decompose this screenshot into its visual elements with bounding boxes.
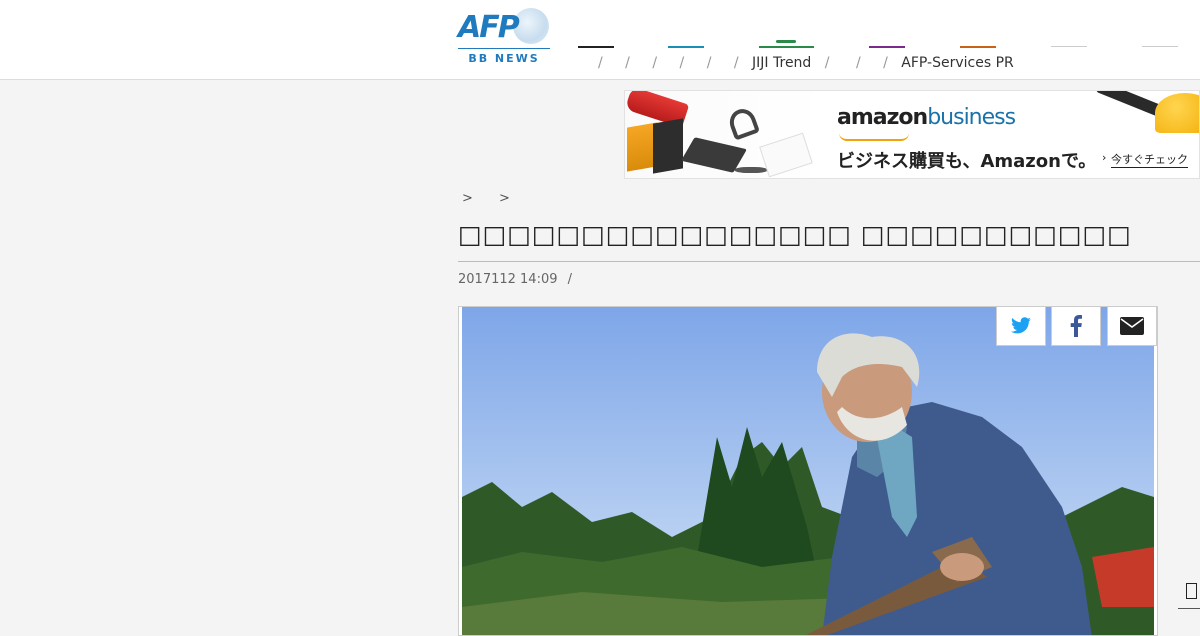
- nav-separator: /: [706, 55, 712, 71]
- jiji-trend-icon: [776, 40, 796, 43]
- main-nav: / / / / / / JIJI Trend / / / AFP-Service…: [598, 55, 1014, 71]
- afp-bb-news-logo[interactable]: AFP BB NEWS: [458, 8, 550, 65]
- nav-item-1-bar[interactable]: [578, 46, 614, 48]
- amazon-business-ad-banner[interactable]: amazonbusiness ビジネス購買も、Amazonで。 › 今すぐチェッ…: [624, 90, 1200, 179]
- nav-separator: /: [625, 55, 630, 71]
- ad-tagline: ビジネス購買も、Amazonで。: [837, 151, 1097, 172]
- nav-separator: /: [855, 55, 861, 71]
- email-share-button[interactable]: [1107, 306, 1157, 346]
- title-divider: [458, 261, 1200, 262]
- nav-item-2-bar[interactable]: [668, 46, 704, 48]
- logo-divider: [458, 48, 550, 49]
- ad-cta-link[interactable]: 今すぐチェック: [1111, 151, 1188, 168]
- amazon-business-logo: amazonbusiness: [837, 105, 1016, 130]
- breadcrumb-separator: >: [499, 191, 510, 206]
- nav-item-3-bar[interactable]: [759, 46, 814, 48]
- nav-item-7-bar[interactable]: [1142, 46, 1178, 47]
- article-date: 2017112 14:09 /: [458, 272, 572, 287]
- breadcrumb: > >: [462, 191, 532, 206]
- square-icon: [1186, 583, 1197, 599]
- logo-subtitle: BB NEWS: [468, 52, 540, 65]
- hard-hat-image: [1155, 93, 1199, 133]
- desk-lamp-image: [725, 105, 761, 141]
- site-header: AFP BB NEWS / / / / / / JIJI Trend / / /…: [0, 0, 1200, 80]
- nav-separator: /: [733, 55, 739, 71]
- breadcrumb-separator: >: [462, 191, 473, 206]
- nav-separator: /: [652, 55, 658, 71]
- ad-brand-amazon: amazon: [837, 105, 928, 130]
- ad-product-images: [625, 91, 825, 178]
- label-cards-image: [759, 132, 813, 178]
- chevron-right-icon: ›: [1102, 151, 1107, 164]
- nav-item-5-bar[interactable]: [960, 46, 996, 48]
- logo-brand: AFP: [458, 10, 520, 45]
- article-title: □□□□□□□□□□□□□□□□ □□□□□□□□□□□: [458, 220, 1132, 249]
- nav-separator: /: [883, 55, 888, 71]
- nav-separator: /: [824, 55, 830, 71]
- date-separator: /: [567, 272, 573, 287]
- amazon-smile-icon: [839, 133, 909, 141]
- twitter-icon: [1011, 317, 1031, 334]
- desk-lamp-base-image: [735, 167, 767, 173]
- ad-brand-business: business: [927, 105, 1016, 130]
- nav-separator: /: [598, 55, 603, 71]
- twitter-share-button[interactable]: [996, 306, 1046, 346]
- photo-scene: [462, 307, 1154, 635]
- globe-icon: [513, 8, 549, 44]
- nav-link-afp-services-pr[interactable]: AFP-Services PR: [901, 55, 1013, 71]
- box-image: [653, 118, 683, 174]
- envelope-icon: [1120, 317, 1144, 335]
- facebook-share-button[interactable]: [1051, 306, 1101, 346]
- nav-separator: /: [679, 55, 685, 71]
- facebook-icon: [1070, 315, 1082, 337]
- article-timestamp: 2017112 14:09: [458, 272, 558, 287]
- article-photo[interactable]: [458, 306, 1158, 636]
- nav-item-6-bar[interactable]: [1051, 46, 1087, 47]
- nav-link-jiji-trend[interactable]: JIJI Trend: [752, 55, 811, 71]
- nav-item-4-bar[interactable]: [869, 46, 905, 48]
